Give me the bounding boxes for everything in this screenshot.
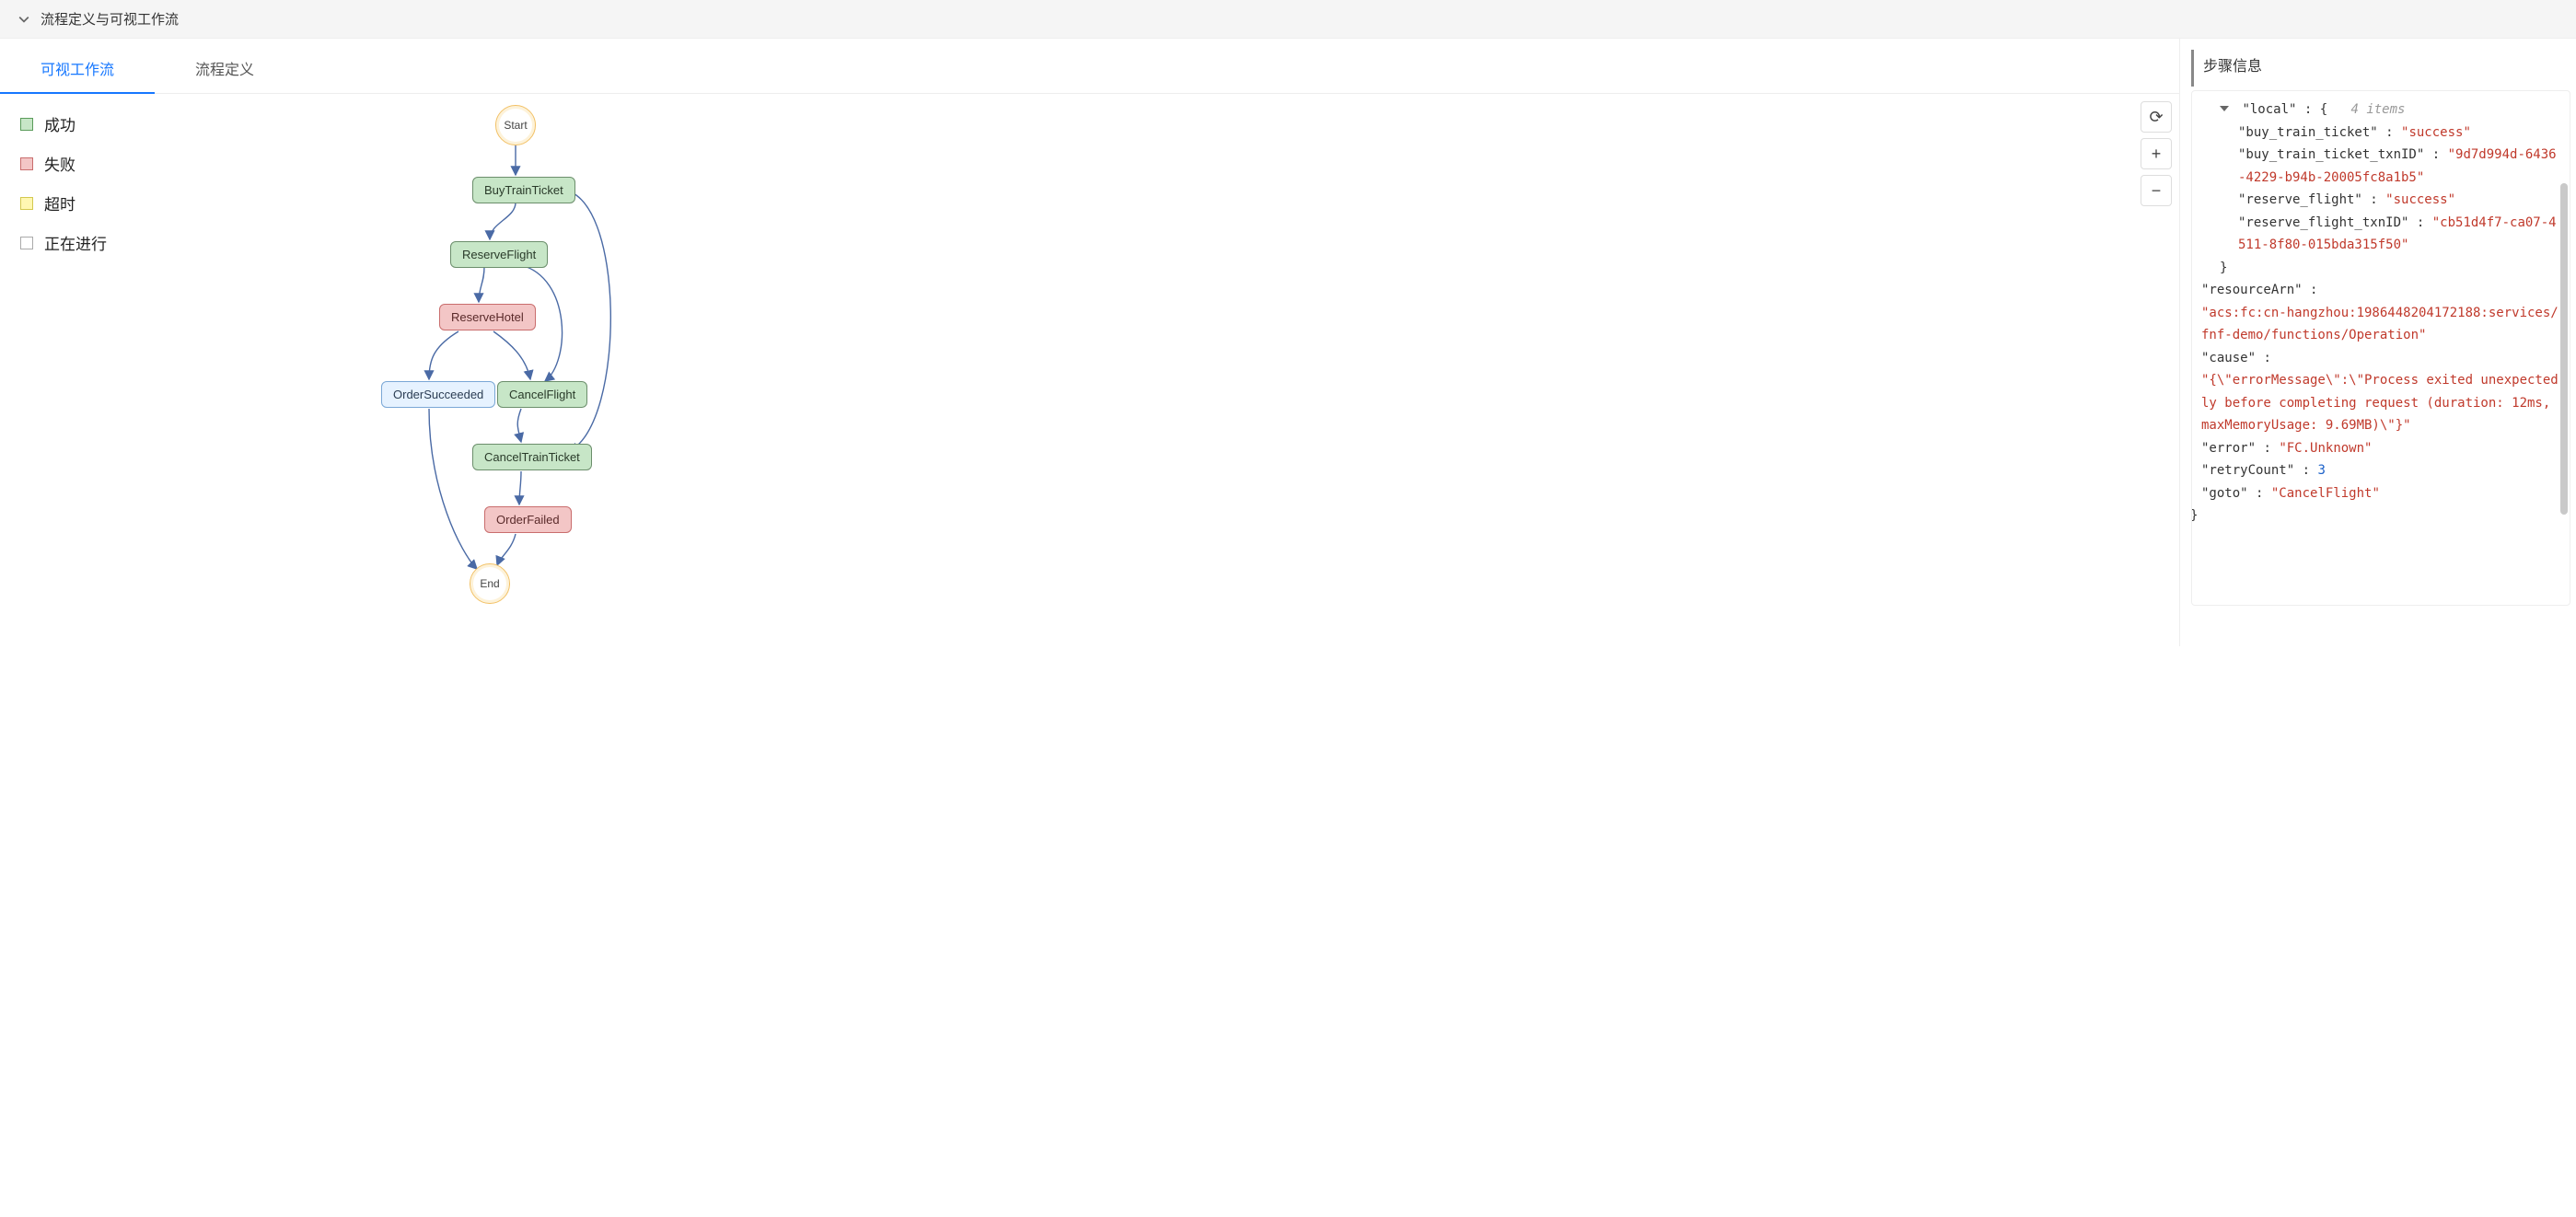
json-value: "acs:fc:cn-hangzhou:1986448204172188:ser… xyxy=(2201,306,2559,343)
legend-fail: 失败 xyxy=(20,152,175,175)
json-row: "goto" : "CancelFlight" xyxy=(2201,482,2560,505)
body: 可视工作流 流程定义 成功 失败 超时 xyxy=(0,39,2576,646)
json-key: "reserve_flight" xyxy=(2238,192,2362,207)
page: 流程定义与可视工作流 可视工作流 流程定义 成功 失败 xyxy=(0,0,2576,646)
node-order-succeeded[interactable]: OrderSucceeded xyxy=(381,381,495,408)
node-end[interactable]: End xyxy=(470,563,510,604)
json-value: "FC.Unknown" xyxy=(2279,441,2372,456)
refresh-button[interactable]: ⟳ xyxy=(2141,101,2172,133)
left-panel: 可视工作流 流程定义 成功 失败 超时 xyxy=(0,39,2180,646)
json-value-line: "{\"errorMessage\":\"Process exited unex… xyxy=(2201,369,2560,437)
section-header[interactable]: 流程定义与可视工作流 xyxy=(0,0,2576,39)
json-key: "buy_train_ticket" xyxy=(2238,125,2378,140)
right-panel: 步骤信息 "local" : { 4 items "buy_train_tick… xyxy=(2180,39,2576,646)
json-value: "success" xyxy=(2385,192,2455,207)
json-key: "local" xyxy=(2242,102,2296,117)
legend: 成功 失败 超时 正在进行 xyxy=(0,94,184,646)
json-key: "goto" xyxy=(2201,486,2248,501)
json-viewer[interactable]: "local" : { 4 items "buy_train_ticket" :… xyxy=(2191,90,2570,606)
json-items-note: 4 items xyxy=(2336,102,2406,117)
json-punct: : { xyxy=(2296,102,2327,117)
json-key: "resourceArn" xyxy=(2201,283,2303,297)
legend-success: 成功 xyxy=(20,112,175,135)
json-row: "resourceArn" : xyxy=(2201,279,2560,302)
json-close-brace: } xyxy=(2201,257,2560,280)
json-key: "reserve_flight_txnID" xyxy=(2238,215,2408,230)
json-row: "reserve_flight_txnID" : "cb51d4f7-ca07-… xyxy=(2201,212,2560,257)
tab-definition[interactable]: 流程定义 xyxy=(155,44,295,93)
workflow-canvas[interactable]: ⟳ + − xyxy=(184,94,2179,646)
zoom-in-button[interactable]: + xyxy=(2141,138,2172,169)
right-panel-title: 步骤信息 xyxy=(2191,50,2570,87)
section-title: 流程定义与可视工作流 xyxy=(41,9,179,29)
edges-svg xyxy=(239,94,939,646)
node-reserve-hotel[interactable]: ReserveHotel xyxy=(439,304,536,330)
json-key: "buy_train_ticket_txnID" xyxy=(2238,147,2424,162)
refresh-icon: ⟳ xyxy=(2149,108,2163,127)
left-inner: 成功 失败 超时 正在进行 xyxy=(0,94,2179,646)
collapse-toggle-icon[interactable] xyxy=(2220,106,2229,111)
json-value: "{\"errorMessage\":\"Process exited unex… xyxy=(2201,373,2559,433)
legend-running-label: 正在进行 xyxy=(44,231,107,254)
node-cancel-flight[interactable]: CancelFlight xyxy=(497,381,587,408)
json-value: "CancelFlight" xyxy=(2271,486,2380,501)
chevron-down-icon xyxy=(18,13,31,26)
canvas-toolbar: ⟳ + − xyxy=(2141,101,2172,206)
node-order-failed[interactable]: OrderFailed xyxy=(484,506,572,533)
json-value: 3 xyxy=(2317,463,2325,478)
tab-visual-workflow[interactable]: 可视工作流 xyxy=(0,44,155,94)
json-key: "error" xyxy=(2201,441,2256,456)
plus-icon: + xyxy=(2152,145,2162,164)
node-buy-train-ticket[interactable]: BuyTrainTicket xyxy=(472,177,575,203)
minus-icon: − xyxy=(2152,181,2162,201)
swatch-success-icon xyxy=(20,118,33,131)
json-local-header[interactable]: "local" : { 4 items xyxy=(2201,99,2560,122)
node-cancel-train-ticket[interactable]: CancelTrainTicket xyxy=(472,444,592,470)
swatch-fail-icon xyxy=(20,157,33,170)
json-row: "error" : "FC.Unknown" xyxy=(2201,437,2560,460)
node-reserve-flight[interactable]: ReserveFlight xyxy=(450,241,548,268)
json-key: "cause" xyxy=(2201,351,2256,365)
swatch-timeout-icon xyxy=(20,197,33,210)
legend-timeout: 超时 xyxy=(20,191,175,214)
json-row: "reserve_flight" : "success" xyxy=(2201,189,2560,212)
json-value-line: "acs:fc:cn-hangzhou:1986448204172188:ser… xyxy=(2201,302,2560,347)
zoom-out-button[interactable]: − xyxy=(2141,175,2172,206)
legend-success-label: 成功 xyxy=(44,112,75,135)
legend-timeout-label: 超时 xyxy=(44,191,75,214)
json-row: "buy_train_ticket" : "success" xyxy=(2201,122,2560,145)
json-row: "retryCount" : 3 xyxy=(2201,459,2560,482)
tabs: 可视工作流 流程定义 xyxy=(0,44,2179,94)
legend-running: 正在进行 xyxy=(20,231,175,254)
node-start[interactable]: Start xyxy=(495,105,536,145)
swatch-running-icon xyxy=(20,237,33,249)
json-row: "buy_train_ticket_txnID" : "9d7d994d-643… xyxy=(2201,144,2560,189)
scrollbar[interactable] xyxy=(2560,183,2568,515)
json-key: "retryCount" xyxy=(2201,463,2294,478)
json-row: "cause" : xyxy=(2201,347,2560,370)
json-value: "success" xyxy=(2401,125,2471,140)
json-close-root: } xyxy=(2191,504,2560,527)
legend-fail-label: 失败 xyxy=(44,152,75,175)
canvas-inner: Start BuyTrainTicket ReserveFlight Reser… xyxy=(239,94,939,646)
